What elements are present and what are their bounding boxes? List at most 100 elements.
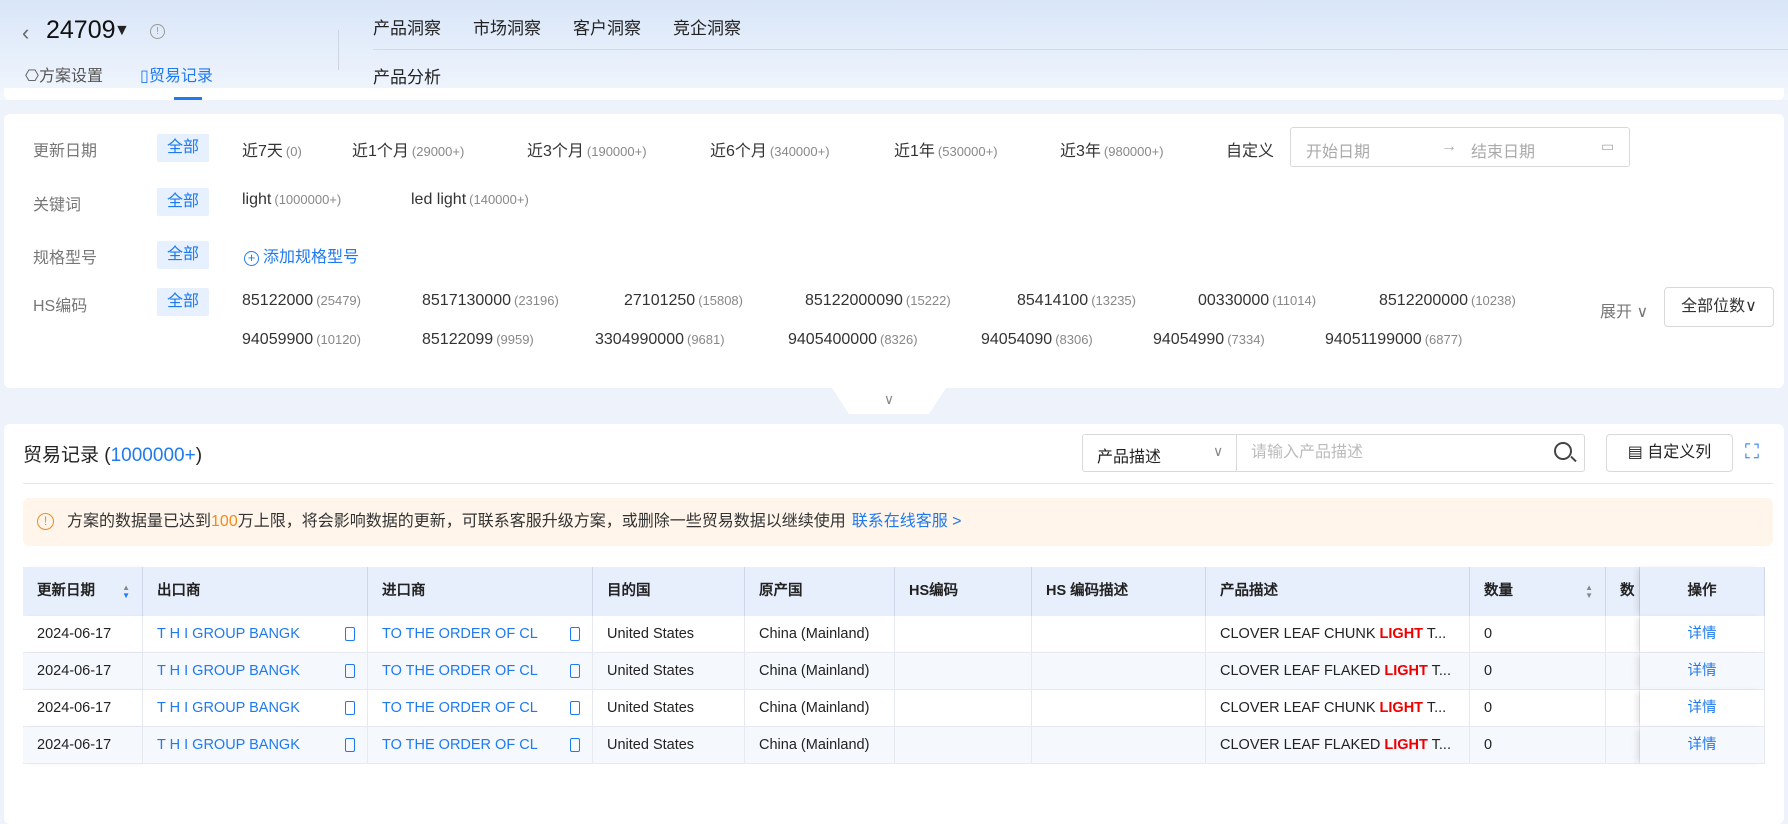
column-header[interactable]: 进口商 [368, 567, 593, 616]
column-header[interactable]: 数量 ▲ ▼ [1470, 567, 1606, 616]
detail-link[interactable]: 详情 [1688, 700, 1717, 716]
column-header[interactable]: 操作 [1640, 567, 1765, 616]
hs-option[interactable]: 85122000090 (15222) [805, 292, 951, 310]
keyword-all-chip[interactable]: 全部 [157, 188, 209, 216]
search-field-select[interactable]: 产品描述 [1097, 443, 1161, 467]
expand-button[interactable]: 展开 ∨ [1600, 298, 1648, 322]
copy-icon[interactable] [570, 627, 580, 641]
detail-link[interactable]: 详情 [1688, 626, 1717, 642]
column-header[interactable]: HS 编码描述 [1032, 567, 1206, 616]
fullscreen-icon[interactable]: ⛶ [1745, 441, 1759, 464]
hs-option[interactable]: 94051199000 (6877) [1325, 331, 1462, 349]
copy-icon[interactable] [570, 738, 580, 752]
plan-settings-tab[interactable]: ⎔方案设置 [25, 62, 103, 86]
table-cell [1032, 653, 1206, 690]
hs-option[interactable]: 94054090 (8306) [981, 331, 1093, 349]
info-icon[interactable]: ! [150, 24, 165, 39]
copy-icon[interactable] [570, 664, 580, 678]
table-cell: China (Mainland) [745, 616, 895, 653]
exporter-link[interactable]: T H I GROUP BANGK [157, 626, 300, 642]
importer-link[interactable]: TO THE ORDER OF CL [382, 700, 538, 716]
hs-option[interactable]: 94054990 (7334) [1153, 331, 1265, 349]
hs-option[interactable]: 85122000 (25479) [242, 292, 361, 310]
caret-down-icon[interactable]: ▼ [114, 22, 130, 40]
hs-option[interactable]: 85414100 (13235) [1017, 292, 1136, 310]
sort-icon[interactable]: ▲ ▼ [122, 584, 130, 600]
header-bottom [4, 88, 1784, 100]
importer-link[interactable]: TO THE ORDER OF CL [382, 737, 538, 753]
date-option[interactable]: 近1个月 (29000+) [352, 137, 464, 161]
exporter-link[interactable]: T H I GROUP BANGK [157, 737, 300, 753]
importer-link[interactable]: TO THE ORDER OF CL [382, 663, 538, 679]
column-header[interactable]: 产品描述 [1206, 567, 1470, 616]
search-icon[interactable] [1554, 442, 1572, 460]
table-cell [1606, 690, 1640, 727]
copy-icon[interactable] [570, 701, 580, 715]
custom-columns-button[interactable]: ▤ 自定义列 [1606, 434, 1733, 472]
collapse-panel-button[interactable]: ∨ [832, 388, 946, 414]
end-date-input[interactable]: 结束日期 [1471, 138, 1535, 162]
tab-market-insight[interactable]: 市场洞察 [473, 14, 541, 39]
hs-option[interactable]: 8512200000 (10238) [1379, 292, 1516, 310]
table-cell: 0 [1470, 690, 1606, 727]
hs-option[interactable]: 8517130000 (23196) [422, 292, 559, 310]
date-all-chip[interactable]: 全部 [157, 134, 209, 162]
hs-option[interactable]: 9405400000 (8326) [788, 331, 918, 349]
table-cell [1032, 727, 1206, 764]
column-header[interactable]: 出口商 [143, 567, 368, 616]
detail-link[interactable]: 详情 [1688, 663, 1717, 679]
chevron-down-icon: ∨ [1636, 304, 1649, 321]
keyword-option[interactable]: led light (140000+) [411, 191, 529, 209]
custom-date-option[interactable]: 自定义 [1226, 137, 1274, 161]
copy-icon[interactable] [345, 701, 355, 715]
column-header[interactable]: 更新日期 ▲ ▼ [23, 567, 143, 616]
table-cell: United States [593, 690, 745, 727]
column-header[interactable]: 目的国 [593, 567, 745, 616]
column-header[interactable]: HS编码 [895, 567, 1032, 616]
start-date-input[interactable]: 开始日期 [1306, 138, 1370, 162]
hs-option[interactable]: 27101250 (15808) [624, 292, 743, 310]
tab-product-insight[interactable]: 产品洞察 [373, 14, 441, 39]
hs-all-chip[interactable]: 全部 [157, 288, 209, 316]
table-cell [1032, 690, 1206, 727]
spec-all-chip[interactable]: 全部 [157, 241, 209, 269]
trade-records-tab[interactable]: ▯贸易记录 [140, 62, 213, 86]
tab-competitor-insight[interactable]: 竞企洞察 [673, 14, 741, 39]
table-cell: China (Mainland) [745, 653, 895, 690]
detail-link[interactable]: 详情 [1688, 737, 1717, 753]
date-option[interactable]: 近3个月 (190000+) [527, 137, 647, 161]
back-chevron-icon[interactable]: ‹ [22, 20, 29, 46]
column-header[interactable]: 数 [1606, 567, 1640, 616]
exporter-link[interactable]: T H I GROUP BANGK [157, 700, 300, 716]
copy-icon[interactable] [345, 664, 355, 678]
calendar-icon: ▭ [1601, 138, 1615, 154]
plan-title[interactable]: 24709 [46, 16, 116, 45]
table-cell [1032, 616, 1206, 653]
date-option[interactable]: 近7天 (0) [242, 137, 302, 161]
contact-support-link[interactable]: 联系在线客服 > [852, 513, 962, 530]
exporter-link[interactable]: T H I GROUP BANGK [157, 663, 300, 679]
table-cell: CLOVER LEAF FLAKED LIGHT T... [1206, 653, 1470, 690]
table-cell: TO THE ORDER OF CL [368, 727, 593, 764]
chevron-down-icon: ∨ [883, 391, 895, 407]
copy-icon[interactable] [345, 627, 355, 641]
date-range-picker[interactable]: 开始日期 → 结束日期 ▭ [1290, 127, 1630, 167]
tab-product-analysis[interactable]: 产品分析 [373, 63, 441, 88]
hs-option[interactable]: 85122099 (9959) [422, 331, 534, 349]
importer-link[interactable]: TO THE ORDER OF CL [382, 626, 538, 642]
add-spec-button[interactable]: + 添加规格型号 [244, 243, 359, 267]
plus-icon: + [244, 251, 259, 266]
tab-customer-insight[interactable]: 客户洞察 [573, 14, 641, 39]
date-option[interactable]: 近3年 (980000+) [1060, 137, 1164, 161]
date-option[interactable]: 近1年 (530000+) [894, 137, 998, 161]
digits-select[interactable]: 全部位数∨ [1664, 287, 1774, 327]
hs-option[interactable]: 3304990000 (9681) [595, 331, 725, 349]
hs-option[interactable]: 00330000 (11014) [1198, 292, 1316, 310]
hs-option[interactable]: 94059900 (10120) [242, 331, 361, 349]
sort-icon[interactable]: ▲ ▼ [1585, 584, 1593, 600]
search-input[interactable] [1237, 435, 1537, 471]
copy-icon[interactable] [345, 738, 355, 752]
keyword-option[interactable]: light (1000000+) [242, 191, 341, 209]
column-header[interactable]: 原产国 [745, 567, 895, 616]
date-option[interactable]: 近6个月 (340000+) [710, 137, 830, 161]
